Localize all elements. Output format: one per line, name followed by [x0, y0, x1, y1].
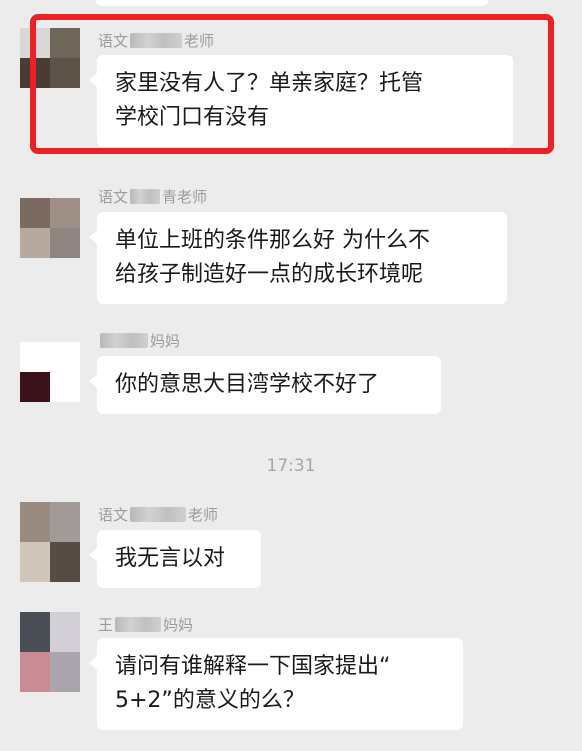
message-line: 学校门口有没有 [115, 105, 270, 130]
message-line: 给孩子制造好一点的成长环境呢 [115, 262, 424, 287]
avatar-pixel [20, 612, 50, 652]
avatar-pixel [50, 342, 80, 372]
redacted-name [115, 617, 162, 632]
avatar-pixel [20, 542, 50, 582]
message-bubble[interactable]: 我无言以对 [89, 530, 261, 588]
sender-name-prefix: 王 [98, 616, 114, 634]
message-bubble[interactable]: 请问有谁解释一下国家提出“ 5+2”的意义的么？ [89, 638, 463, 730]
sender-name-suffix: 妈妈 [150, 332, 181, 350]
avatar-pixel [20, 198, 50, 228]
sender-name: 语文 老师 [98, 504, 218, 525]
avatar-pixel [20, 28, 50, 58]
sender-name: 王 妈妈 [98, 614, 193, 635]
message-bubble[interactable]: 家里没有人了？单亲家庭？托管 学校门口有没有 [89, 55, 513, 147]
avatar[interactable] [20, 342, 80, 402]
avatar-pixel [20, 372, 50, 402]
avatar[interactable] [20, 198, 80, 258]
avatar-pixel [50, 228, 80, 258]
avatar-pixel [20, 58, 50, 88]
previous-message-bubble [96, 0, 488, 6]
sender-name-suffix: 老师 [184, 32, 215, 50]
timestamp-separator: 17:31 [266, 456, 316, 476]
sender-name-prefix: 语文 [98, 188, 129, 206]
avatar-pixel [50, 542, 80, 582]
avatar-pixel [20, 228, 50, 258]
message-bubble[interactable]: 你的意思大目湾学校不好了 [89, 356, 441, 414]
message-line: 家里没有人了？单亲家庭？托管 [115, 71, 424, 96]
sender-name-suffix: 青老师 [162, 188, 208, 206]
avatar-pixel [50, 612, 80, 652]
message-line: 5+2”的意义的么？ [115, 688, 305, 713]
redacted-name [130, 507, 187, 522]
avatar-pixel [50, 652, 80, 692]
message-bubble[interactable]: 单位上班的条件那么好 为什么不 给孩子制造好一点的成长环境呢 [89, 212, 507, 304]
avatar-pixel [50, 372, 80, 402]
sender-name-prefix: 语文 [98, 506, 129, 524]
avatar[interactable] [20, 28, 80, 88]
message-line: 你的意思大目湾学校不好了 [115, 372, 380, 397]
redacted-name [100, 333, 148, 348]
sender-name-prefix: 语文 [98, 32, 129, 50]
message-line: 请问有谁解释一下国家提出“ [115, 654, 391, 679]
sender-name: 语文 青老师 [98, 186, 207, 207]
sender-name: 妈妈 [98, 330, 180, 351]
message-line: 单位上班的条件那么好 为什么不 [115, 228, 430, 253]
avatar-pixel [20, 652, 50, 692]
avatar-pixel [20, 502, 50, 542]
redacted-name [130, 189, 161, 204]
message-line: 我无言以对 [115, 546, 226, 571]
sender-name-suffix: 老师 [188, 506, 219, 524]
redacted-name [130, 33, 183, 48]
avatar[interactable] [20, 502, 80, 582]
avatar-pixel [50, 198, 80, 228]
sender-name: 语文 老师 [98, 30, 214, 51]
avatar-pixel [50, 28, 80, 58]
avatar-pixel [20, 342, 50, 372]
sender-name-suffix: 妈妈 [163, 616, 194, 634]
avatar[interactable] [20, 612, 80, 692]
avatar-pixel [50, 58, 80, 88]
avatar-pixel [50, 502, 80, 542]
